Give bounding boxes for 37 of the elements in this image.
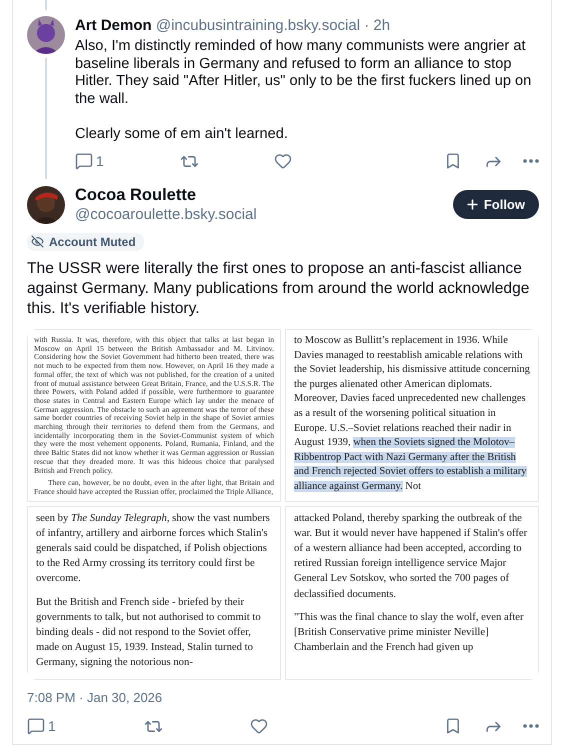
avatar[interactable] bbox=[27, 16, 65, 54]
more-icon bbox=[522, 159, 539, 163]
reply-button[interactable]: 1 bbox=[27, 717, 56, 736]
document-screenshot[interactable] bbox=[27, 329, 281, 502]
document-text: attacked Poland, thereby sparking the outbreak of the war. But it would never have happened if Stalin's offer of a western alliance had been accepted, according to retired Russian foreign intelligence service Major General Lev Sotskov, who sorted the 700 pages of declassified documents. bbox=[294, 510, 528, 602]
document-text: But the British and French side - briefed by their governments to talk, but not authorised to commit to binding deals - did not respond to the Soviet offer, made on August 15, 1939. Instead, Stalin turned to Germany, signing the notorious non- bbox=[36, 594, 262, 670]
post-text: Clearly some of em ain't learned. bbox=[75, 126, 289, 144]
follow-button[interactable]: Follow bbox=[452, 190, 539, 219]
reply-count: 1 bbox=[48, 718, 56, 734]
document-text: to Moscow as Bullitt’s replacement in 1936. While Davies managed to reestablish amicable relations with the Soviet leadership, his dismissive attitude concerning the purges alienated other American diplomats. Moreover, Davies faced unprecedented new challenges as a result of the worsening political situation in Europe. U.S.–Soviet relations reached their nadir in August 1939, when the Soviets signed the Molotov–Ribbentrop Pact with Nazi Germany after the British and French rejected Soviet offers to establish a military alliance against Germany. Not bbox=[294, 334, 530, 494]
author-handle[interactable]: @cocoaroulette.bsky.social bbox=[75, 204, 257, 224]
heart-icon bbox=[274, 152, 292, 170]
more-icon bbox=[522, 724, 539, 728]
post-text: Also, I'm distinctly reminded of how many communists were angrier at baseline liberals in Germany and refused to form an alliance to stop Hitler. They said "After Hitler, us" only to be the first fuckers lined up on the wall. bbox=[75, 38, 532, 108]
like-button[interactable] bbox=[250, 717, 268, 736]
more-button[interactable] bbox=[522, 159, 539, 163]
document-text: "This was the final chance to slay the wolf, even after [British Conservative prime minister Neville] Chamberlain and the French had given up bbox=[294, 610, 525, 656]
muted-badge[interactable]: Account Muted bbox=[27, 232, 144, 250]
document-text: seen by The Sunday Telegraph, show the vast numbers of infantry, artillery and airborne forces which Stalin's generals said could be dispatched, if Polish objections to the Red Army crossing its territory could first be overcome. bbox=[36, 510, 271, 586]
speech-bubble-icon bbox=[27, 717, 45, 736]
document-screenshot[interactable] bbox=[27, 506, 281, 680]
document-screenshot[interactable] bbox=[285, 506, 539, 680]
author-handle[interactable]: @incubusintraining.bsky.social bbox=[156, 17, 360, 34]
more-button[interactable] bbox=[522, 724, 539, 728]
reply-button[interactable]: 1 bbox=[75, 152, 104, 170]
post-timestamp: 7:08 PM · Jan 30, 2026 bbox=[27, 690, 164, 705]
like-button[interactable] bbox=[274, 152, 292, 170]
post-text: The USSR were literally the first ones to propose an anti-fascist alliance against Germany. Many publications from around the world acknowledge this. It's verifiable history. bbox=[27, 259, 530, 319]
author-name[interactable]: Art Demon bbox=[75, 17, 152, 34]
eye-off-icon bbox=[31, 235, 44, 248]
post-time: · 2h bbox=[364, 17, 390, 34]
plus-icon bbox=[464, 197, 480, 212]
author-name[interactable]: Cocoa Roulette bbox=[75, 184, 257, 204]
speech-bubble-icon bbox=[75, 152, 93, 170]
avatar[interactable] bbox=[27, 186, 65, 224]
reply-count: 1 bbox=[96, 153, 104, 169]
heart-icon bbox=[250, 717, 268, 736]
